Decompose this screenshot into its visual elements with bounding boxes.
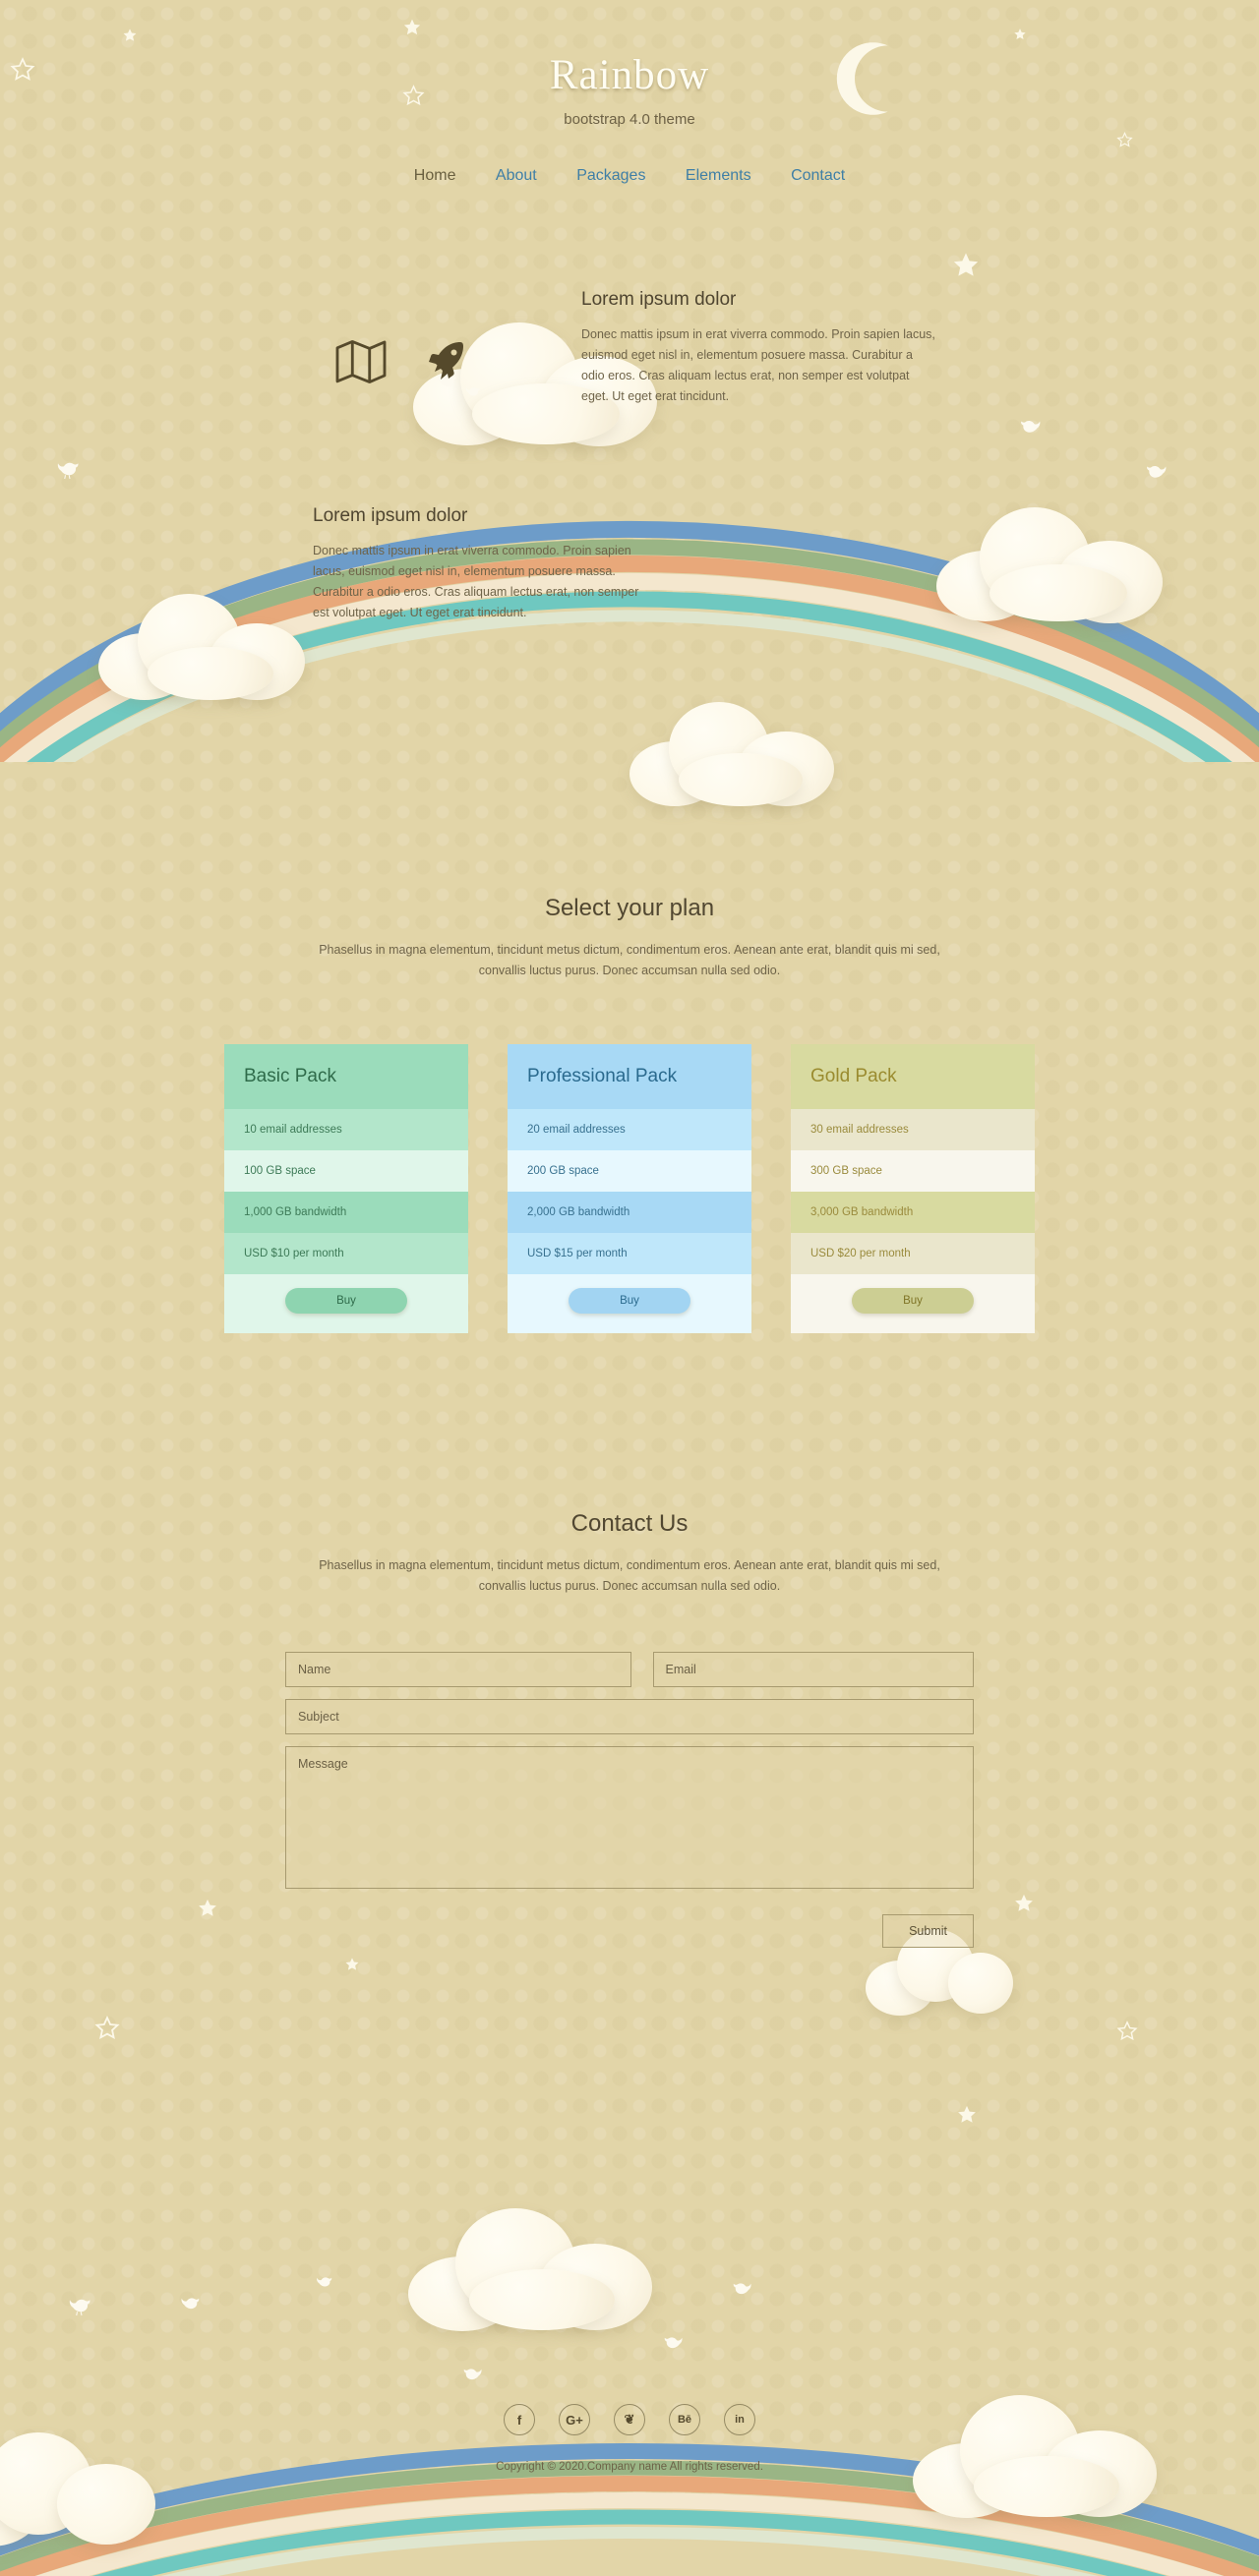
nav-item-packages[interactable]: Packages [559,167,663,185]
plan-footer: Buy [791,1274,1035,1333]
plan-feature: USD $10 per month [224,1233,468,1274]
buy-button[interactable]: Buy [569,1288,690,1314]
plan-feature: 200 GB space [508,1150,751,1192]
intro-right-heading: Lorem ipsum dolor [581,289,737,310]
submit-row: Submit [285,1914,974,1948]
plans-heading-group: Select your plan Phasellus in magna elem… [0,895,1259,981]
contact-form: Submit [285,1652,974,1948]
cloud [408,2202,654,2331]
plan-feature: 1,000 GB bandwidth [224,1192,468,1233]
plan-feature: 2,000 GB bandwidth [508,1192,751,1233]
plan-feature: 3,000 GB bandwidth [791,1192,1035,1233]
nav-item-about[interactable]: About [478,167,555,185]
intro-right-body: Donec mattis ipsum in erat viverra commo… [581,327,935,403]
nav-item-home[interactable]: Home [396,167,474,185]
facebook-icon[interactable]: f [504,2404,535,2435]
bird-icon [733,2283,751,2295]
email-input[interactable] [652,1652,974,1687]
plans-heading: Select your plan [544,895,715,921]
nav-item-contact[interactable]: Contact [773,167,863,185]
behance-icon[interactable]: Bē [669,2404,700,2435]
nav-item-elements[interactable]: Elements [668,167,769,185]
message-textarea[interactable] [285,1746,974,1889]
bird-icon [181,2298,200,2310]
linkedin-icon[interactable]: in [724,2404,755,2435]
star-icon [956,2104,978,2126]
submit-button[interactable]: Submit [882,1914,974,1948]
contact-heading-group: Contact Us Phasellus in magna elementum,… [0,1510,1259,1597]
intro-left-heading: Lorem ipsum dolor [313,505,468,526]
plan-title: Professional Pack [508,1044,751,1109]
subject-row [285,1699,974,1734]
plan-card-basic[interactable]: Basic Pack 10 email addresses 100 GB spa… [224,1044,468,1333]
site-subtitle: bootstrap 4.0 theme [564,111,695,128]
name-input[interactable] [285,1652,631,1687]
plans-section: Select your plan Phasellus in magna elem… [0,895,1259,1333]
plan-card-professional[interactable]: Professional Pack 20 email addresses 200… [508,1044,751,1333]
feature-icons [334,338,468,390]
contact-heading: Contact Us [570,1510,689,1537]
plan-footer: Buy [508,1274,751,1333]
plan-card-gold[interactable]: Gold Pack 30 email addresses 300 GB spac… [791,1044,1035,1333]
plan-feature: 300 GB space [791,1150,1035,1192]
map-icon [334,338,388,390]
contact-description: Phasellus in magna elementum, tincidunt … [319,1558,940,1593]
plan-feature: 10 email addresses [224,1109,468,1150]
star-icon [94,2016,120,2041]
intro-block-right: Lorem ipsum dolor Donec mattis ipsum in … [581,289,935,407]
page-header: Rainbow bootstrap 4.0 theme Home About P… [0,0,1259,185]
plan-title: Basic Pack [224,1044,468,1109]
main-navigation: Home About Packages Elements Contact [0,167,1259,185]
bird-icon [463,2369,482,2380]
star-icon [1116,2020,1138,2042]
name-email-row [285,1652,974,1687]
rainbow-bottom [0,2443,1259,2576]
plans-description: Phasellus in magna elementum, tincidunt … [319,943,940,977]
copyright-text: Copyright © 2020.Company name All rights… [496,2461,763,2473]
bird-icon [69,2299,90,2316]
plan-feature: USD $15 per month [508,1233,751,1274]
plan-feature: USD $20 per month [791,1233,1035,1274]
social-links: f G+ ❦ Bē in [0,2404,1259,2435]
contact-section: Contact Us Phasellus in magna elementum,… [0,1510,1259,1948]
plan-feature: 100 GB space [224,1150,468,1192]
twitter-icon[interactable]: ❦ [614,2404,645,2435]
star-icon [344,1957,360,1972]
google-plus-icon[interactable]: G+ [559,2404,590,2435]
plan-feature: 30 email addresses [791,1109,1035,1150]
rocket-icon [427,339,468,389]
bird-icon [317,2277,332,2287]
plan-title: Gold Pack [791,1044,1035,1109]
plans-grid: Basic Pack 10 email addresses 100 GB spa… [0,1044,1259,1333]
buy-button[interactable]: Buy [852,1288,974,1314]
plan-feature: 20 email addresses [508,1109,751,1150]
plan-footer: Buy [224,1274,468,1333]
intro-section: Lorem ipsum dolor Donec mattis ipsum in … [0,279,1259,633]
buy-button[interactable]: Buy [285,1288,407,1314]
site-title: Rainbow [549,52,710,98]
intro-left-body: Donec mattis ipsum in erat viverra commo… [313,544,639,619]
page-footer: f G+ ❦ Bē in Copyright © 2020.Company na… [0,2404,1259,2473]
subject-input[interactable] [285,1699,974,1734]
bird-icon [664,2337,683,2349]
intro-block-left: Lorem ipsum dolor Donec mattis ipsum in … [313,505,647,623]
